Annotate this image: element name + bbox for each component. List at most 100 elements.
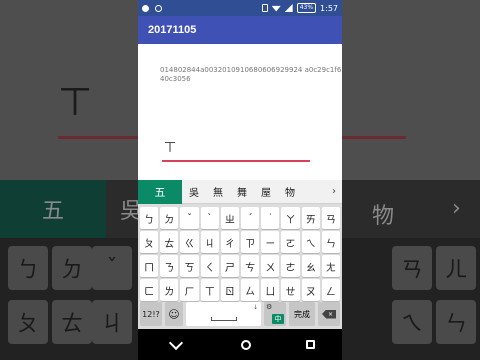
key[interactable]: ㄋ [160, 255, 179, 277]
key-row-2: ㄆ ㄊ ㄍ ㄐ ㄔ ㄗ ㄧ ㄛ ㄟ ㄣ [140, 231, 341, 253]
key[interactable]: ㄍ [180, 231, 199, 253]
text-input-underline [162, 160, 310, 162]
mic-hint-icon: ↓ [252, 304, 258, 311]
key[interactable]: ㄚ [281, 207, 300, 229]
backspace-icon: × [322, 309, 336, 319]
battery-icon: 43% [296, 3, 317, 13]
candidate-item[interactable]: 物 [278, 184, 302, 199]
key[interactable]: ㄒ [200, 279, 219, 301]
key[interactable]: ㄝ [281, 279, 300, 301]
delete-key[interactable]: × [318, 302, 340, 326]
app-bar: 20171105 [138, 16, 342, 44]
background-chevron-icon: › [452, 196, 461, 221]
background-key: ㄉ [52, 246, 92, 290]
key[interactable]: ㄧ [261, 231, 280, 253]
candidate-more-chevron-icon[interactable]: › [326, 186, 342, 197]
key[interactable]: ㄉ [160, 207, 179, 229]
background-candidate-right: 物 [372, 204, 395, 229]
key[interactable]: ㄔ [220, 231, 240, 253]
background-key: ㄣ [436, 300, 476, 344]
key[interactable]: ㄅ [140, 207, 159, 229]
background-selected-candidate: 五 [0, 180, 106, 238]
space-bar-icon [210, 317, 237, 321]
symbols-key[interactable]: 12!? [140, 302, 162, 326]
key-row-3: ㄇ ㄋ ㄎ ㄑ ㄕ ㄘ ㄨ ㄜ ㄠ ㄤ [140, 255, 341, 277]
candidate-item[interactable]: 屋 [254, 184, 278, 199]
key[interactable]: ㄇ [140, 255, 159, 277]
key[interactable]: ㄖ [220, 279, 240, 301]
clock: 1:57 [320, 3, 338, 13]
candidate-item[interactable]: 舞 [230, 184, 254, 199]
key[interactable]: ㄊ [160, 231, 179, 253]
background-key: ㄆ [8, 300, 48, 344]
key[interactable]: ㄎ [180, 255, 199, 277]
key[interactable]: ㄞ [301, 207, 320, 229]
language-key[interactable]: ⚙ 中 [264, 302, 286, 326]
key[interactable]: ㄕ [220, 255, 240, 277]
background-key: ㄢ [392, 246, 432, 290]
candidate-selected[interactable]: 五 [138, 179, 182, 204]
navigation-bar [138, 329, 342, 360]
background-key: ㄦ [436, 246, 476, 290]
key[interactable]: ㄡ [301, 279, 320, 301]
key[interactable]: ㄤ [321, 255, 341, 277]
screen-root: ㄒ 五 吳 物 › ㄅ ㄉ ˇ ㄢ ㄦ ㄆ ㄊ ㄐ ㄟ ㄣ 43% 1:57 2… [0, 0, 480, 360]
key-row-4: ㄈ ㄌ ㄏ ㄒ ㄖ ㄙ ㄩ ㄝ ㄡ ㄥ [140, 279, 341, 301]
key[interactable]: ㄥ [321, 279, 341, 301]
key[interactable]: ㄐ [200, 231, 219, 253]
key[interactable]: ㄜ [281, 255, 300, 277]
key[interactable]: ㄓ [220, 207, 240, 229]
key[interactable]: ㄏ [180, 279, 199, 301]
key[interactable]: ˇ [180, 207, 199, 229]
emoji-key-icon[interactable]: ☺ [165, 302, 183, 326]
back-chevron-icon [168, 335, 183, 350]
key[interactable]: ㄑ [200, 255, 219, 277]
wifi-icon [271, 5, 281, 12]
done-key[interactable]: 完成 [289, 302, 315, 326]
background-input-char: ㄒ [58, 82, 92, 122]
key[interactable]: ㄌ [160, 279, 179, 301]
key[interactable]: ㄙ [241, 279, 260, 301]
status-bar: 43% 1:57 [138, 0, 342, 16]
notification-ring-icon [155, 4, 162, 12]
space-key[interactable]: ↓ [186, 302, 261, 326]
key[interactable]: ㄈ [140, 279, 159, 301]
key[interactable]: ㄗ [241, 231, 260, 253]
key[interactable]: ㄢ [321, 207, 341, 229]
background-key: ㄟ [392, 300, 432, 344]
key[interactable]: ㄟ [301, 231, 320, 253]
hash-text: 014802844a0032010910680606929924 a0c29c1… [160, 66, 342, 83]
language-badge: 中 [272, 314, 284, 324]
main-content: 014802844a0032010910680606929924 a0c29c1… [138, 44, 342, 180]
key[interactable]: ㄣ [321, 231, 341, 253]
key[interactable]: ˊ [241, 207, 260, 229]
vibrate-icon [261, 4, 268, 12]
key[interactable]: ㄨ [261, 255, 280, 277]
zhuyin-keyboard: 五 吳 無 舞 屋 物 › ㄅ ㄉ ˇ ˋ ㄓ ˊ ˙ ㄚ ㄞ ㄢ ㄆ ㄊ ㄍ … [138, 179, 342, 329]
key-row-1: ㄅ ㄉ ˇ ˋ ㄓ ˊ ˙ ㄚ ㄞ ㄢ [140, 207, 341, 229]
recents-button[interactable] [305, 340, 315, 349]
background-key: ㄅ [8, 246, 48, 290]
candidate-item[interactable]: 無 [206, 184, 230, 199]
candidate-bar: 五 吳 無 舞 屋 物 › [138, 179, 342, 204]
candidate-item[interactable]: 吳 [182, 184, 206, 199]
home-button[interactable] [240, 339, 251, 350]
signal-icon [284, 4, 293, 12]
key[interactable]: ㄩ [261, 279, 280, 301]
key[interactable]: ㄆ [140, 231, 159, 253]
notification-dot-icon [142, 4, 149, 12]
key[interactable]: ㄘ [241, 255, 260, 277]
key[interactable]: ˙ [261, 207, 280, 229]
key[interactable]: ㄠ [301, 255, 320, 277]
phone-screen: 43% 1:57 20171105 014802844a003201091068… [138, 0, 342, 360]
background-key: ㄐ [92, 300, 132, 344]
gear-icon: ⚙ [266, 303, 273, 311]
text-input-value: ㄒ [164, 140, 177, 154]
background-key: ㄊ [52, 300, 92, 344]
text-input[interactable]: ㄒ [162, 134, 310, 162]
key[interactable]: ㄛ [281, 231, 300, 253]
key[interactable]: ˋ [200, 207, 219, 229]
function-row: 12!? ☺ ↓ ⚙ 中 完成 × [140, 302, 340, 326]
back-button[interactable] [166, 335, 186, 355]
app-title: 20171105 [148, 24, 197, 36]
